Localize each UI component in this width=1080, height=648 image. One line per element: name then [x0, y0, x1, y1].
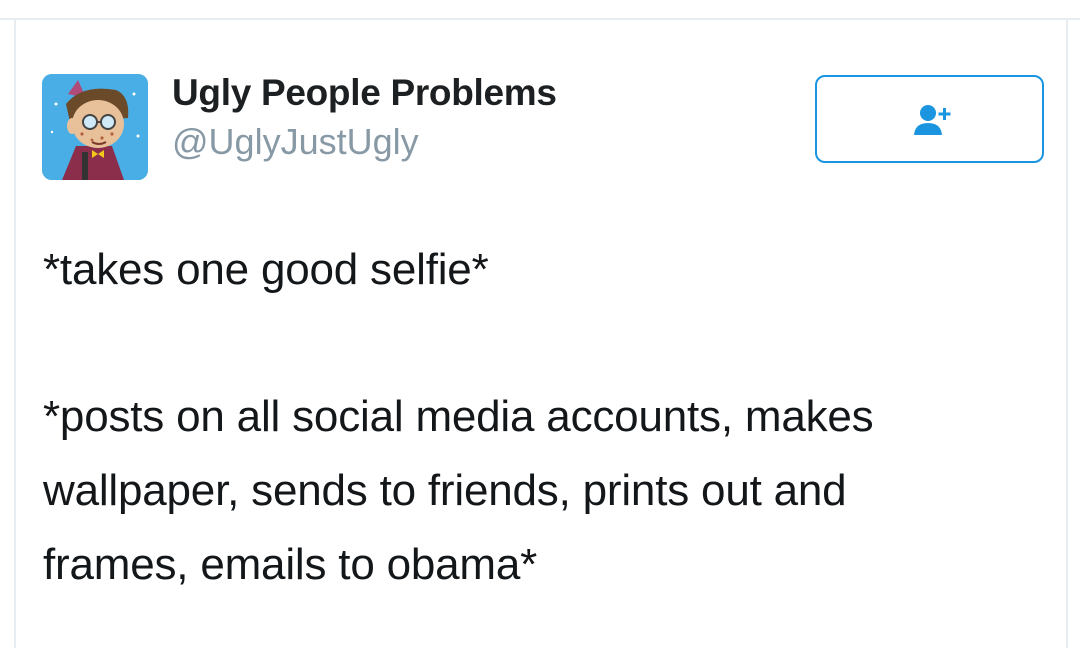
left-border — [14, 20, 16, 648]
top-divider — [0, 0, 1080, 20]
tweet-text-paragraph: *posts on all social media accounts, mak… — [43, 380, 1043, 602]
author-display-name[interactable]: Ugly People Problems — [172, 72, 557, 114]
tweet-text-line: *posts on all social media accounts, mak… — [43, 392, 874, 441]
tweet-text-line: wallpaper, sends to friends, prints out … — [43, 466, 847, 515]
right-border — [1066, 20, 1068, 648]
tweet-text-line: *takes one good selfie* — [43, 245, 489, 294]
author-handle[interactable]: @UglyJustUgly — [172, 121, 419, 163]
avatar[interactable] — [42, 74, 148, 180]
tweet-text-line: frames, emails to obama* — [43, 540, 538, 589]
follow-button[interactable] — [815, 75, 1044, 163]
cartoon-avatar-icon — [42, 74, 148, 180]
tweet-card: Ugly People Problems @UglyJustUgly *take… — [0, 0, 1080, 648]
add-user-icon — [914, 105, 951, 135]
